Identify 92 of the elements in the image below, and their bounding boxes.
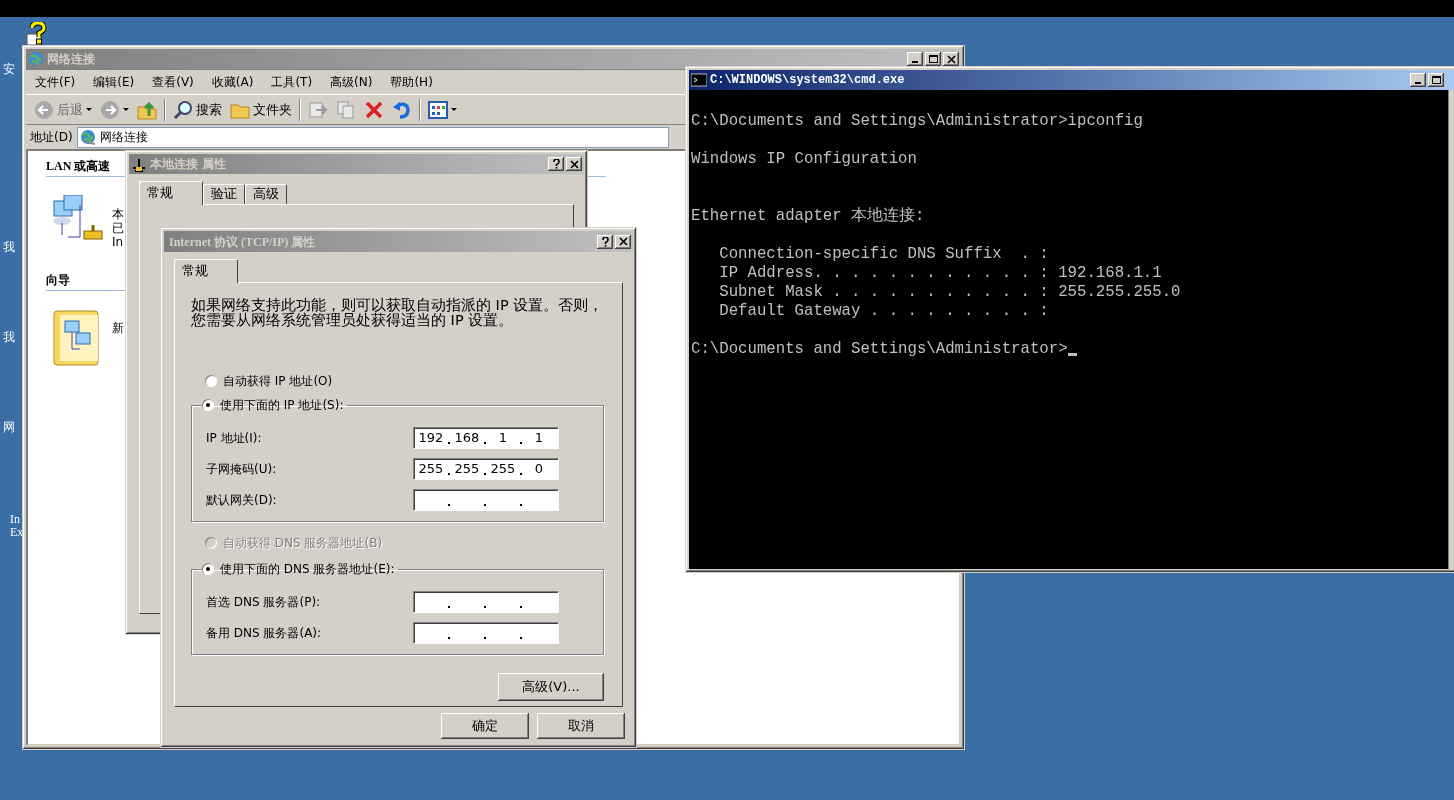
desktop-icon-label: In [10, 512, 20, 526]
window-title: 本地连接 属性 [149, 157, 228, 171]
minimize-icon [1415, 82, 1421, 84]
window-title: 网络连接 [46, 52, 96, 66]
item-text[interactable]: 新 [112, 321, 124, 335]
caret-icon [123, 108, 129, 111]
ip-address-field[interactable]: 192 168 1 1 [413, 427, 559, 449]
desktop-icon-label: 我 [3, 330, 15, 344]
menu-item[interactable]: 高级(N) [321, 74, 382, 89]
folder-up-icon [137, 99, 157, 120]
ip-address-field[interactable]: 255 255 255 0 [413, 458, 559, 480]
search-icon [173, 99, 193, 120]
menu-item[interactable]: 文件(F) [26, 74, 85, 89]
ip-address-field[interactable] [413, 591, 559, 613]
radio-label: 使用下面的 IP 地址(S): [220, 398, 344, 412]
radio-label: 使用下面的 DNS 服务器地址(E): [220, 562, 395, 576]
cancel-button[interactable]: 取消 [537, 713, 625, 739]
minimize-button[interactable] [1410, 73, 1426, 87]
copy-to-icon [336, 99, 356, 120]
minimize-button[interactable] [907, 52, 923, 66]
radio-button[interactable] [202, 399, 214, 411]
window-title: C:\WINDOWS\system32\cmd.exe [709, 73, 906, 87]
tab[interactable]: 验证 [203, 184, 245, 204]
tab[interactable]: 常规 [139, 181, 203, 205]
desktop-icon-label: 网 [3, 420, 15, 434]
menu-item[interactable]: 帮助(H) [381, 74, 442, 89]
maximize-button[interactable] [925, 52, 941, 66]
caret-icon [451, 108, 457, 111]
item-text[interactable]: 本 [112, 207, 124, 221]
question-mark-icon [600, 236, 610, 247]
console-line: Connection-specific DNS Suffix . : [718, 245, 1049, 263]
console-icon [691, 72, 707, 88]
desktop-icon-label: 我 [3, 240, 15, 254]
maximize-button[interactable] [1428, 73, 1444, 87]
minimize-icon [912, 61, 918, 63]
radio-label: 自动获得 DNS 服务器地址(B) [223, 536, 383, 550]
field-label: 首选 DNS 服务器(P): [206, 595, 322, 609]
field-label: 备用 DNS 服务器(A): [206, 626, 323, 640]
radio-label: 自动获得 IP 地址(O) [223, 374, 333, 388]
maximize-icon [928, 55, 938, 63]
advanced-button[interactable]: 高级(V)... [498, 673, 604, 701]
scrollbar[interactable] [1448, 90, 1454, 569]
field-label: 默认网关(D): [206, 493, 278, 507]
ok-button[interactable]: 确定 [441, 713, 529, 739]
close-icon [618, 237, 628, 246]
tab[interactable]: 高级 [245, 184, 287, 204]
close-icon [946, 54, 956, 64]
menu-item[interactable]: 工具(T) [262, 74, 322, 89]
field-label: 子网掩码(U): [206, 462, 278, 476]
item-text[interactable]: In [112, 235, 124, 249]
radio-button[interactable] [202, 563, 214, 575]
search-button[interactable]: 搜索 [169, 97, 226, 122]
views-icon [428, 99, 448, 120]
field-label: IP 地址(I): [206, 431, 263, 445]
address-label: 地址(D) [30, 130, 73, 144]
ip-address-field[interactable] [413, 489, 559, 511]
help-button[interactable] [548, 157, 564, 171]
ip-address-field[interactable] [413, 622, 559, 644]
undo-icon [392, 99, 412, 120]
delete-icon [364, 99, 384, 120]
console-line: C:\Documents and Settings\Administrator> [691, 340, 1068, 358]
close-icon [569, 159, 579, 169]
menu-item[interactable]: 编辑(E) [84, 74, 144, 89]
menu-item[interactable]: 收藏(A) [202, 74, 263, 89]
caret-icon [86, 108, 92, 111]
console-line: Ethernet adapter 本地连接: [691, 207, 925, 225]
globe-icon [79, 129, 96, 145]
tab[interactable]: 常规 [174, 259, 238, 283]
help-button[interactable] [597, 234, 613, 249]
window-title: Internet 协议 (TCP/IP) 属性 [168, 234, 317, 249]
network-plug-icon [131, 156, 147, 172]
desktop-icon-label: 安 [3, 62, 15, 76]
close-button[interactable] [566, 157, 582, 171]
console-line: IP Address. . . . . . . . . . . . : 192.168.1.1 [718, 264, 1162, 282]
address-field[interactable]: 网络连接 [76, 126, 669, 148]
globe-icon [28, 51, 44, 67]
description-text: 如果网络支持此功能，则可以获取自动指派的 IP 设置。否则，您需要从网络系统管理员处获得适当的 IP 设置。 [191, 298, 604, 328]
close-button[interactable] [615, 234, 631, 249]
console-line: Subnet Mask . . . . . . . . . . . : 255.255.255.0 [718, 283, 1181, 301]
console-line: Windows IP Configuration [691, 150, 917, 168]
console-line: C:\Documents and Settings\Administrator>ipconfig [691, 112, 1143, 130]
radio-button[interactable] [205, 375, 217, 387]
desktop-icon-label: Ex [10, 525, 24, 539]
close-button[interactable] [943, 52, 959, 66]
question-mark-icon [551, 159, 561, 169]
item-text[interactable]: 已 [112, 221, 124, 235]
console-line: Default Gateway . . . . . . . . . : [718, 302, 1049, 320]
menu-item[interactable]: 查看(V) [143, 74, 203, 89]
move-to-icon [308, 99, 328, 120]
maximize-icon [1431, 76, 1441, 84]
network-computers-icon[interactable] [50, 195, 106, 243]
folders-button[interactable]: 文件夹 [226, 97, 296, 122]
